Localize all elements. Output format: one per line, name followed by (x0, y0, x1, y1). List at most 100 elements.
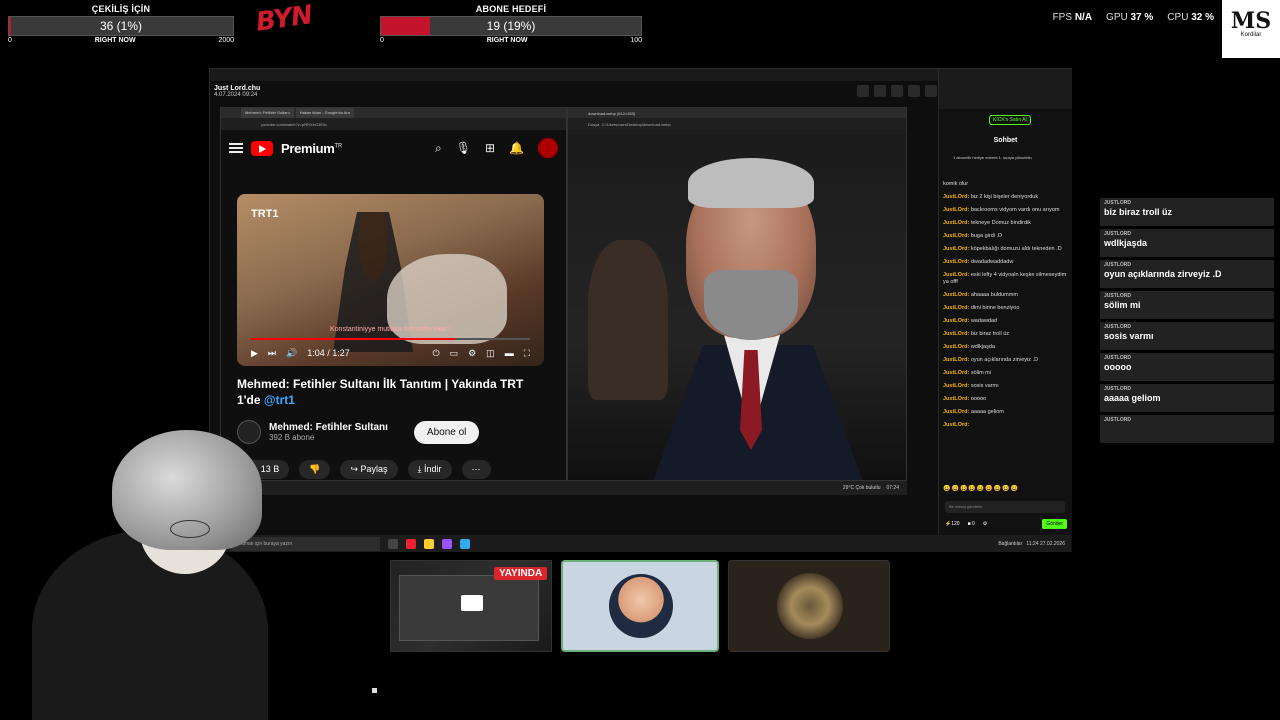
chat-username[interactable]: JustLOrd: (943, 370, 969, 376)
gpu-stat: GPU 37 % (1106, 12, 1154, 23)
overlay-chat-text: oyun açıklarında zirveyiz .D (1104, 269, 1222, 279)
chat-username[interactable]: JustLOrd: (943, 357, 969, 363)
dislike-button[interactable]: 👎 (299, 460, 331, 479)
chat-username[interactable]: JustLOrd: (943, 331, 969, 337)
chat-username[interactable]: JustLOrd: (943, 207, 969, 213)
next-icon[interactable]: ⏭ (268, 348, 276, 359)
chat-input[interactable]: Bir mesaj gönderin (945, 501, 1065, 513)
tab-youtube[interactable]: Mehmed: Fetihler Sultanı (241, 108, 294, 118)
overlay-chat-text: aaaaa geliom (1104, 393, 1161, 403)
download-icon[interactable] (891, 85, 903, 97)
overlay-chat-message: JUSTLORD ooooo (1100, 353, 1274, 381)
hamburger-menu-icon[interactable] (229, 143, 243, 153)
subtitles-icon[interactable]: ▭ (450, 348, 459, 359)
share-icon[interactable] (874, 85, 886, 97)
giveaway-goal-title: ÇEKİLİŞ İÇİN (91, 4, 151, 14)
chat-message: JustLOrd: köpekbalığı domuzu aldı tekned… (943, 246, 1071, 253)
youtube-header-icons: ⌕ 🎙 ⊞ 🔔 (435, 138, 558, 158)
youtube-header: PremiumTR ⌕ 🎙 ⊞ 🔔 (221, 130, 566, 166)
channel-handle-link[interactable]: @trt1 (264, 393, 295, 407)
send-button[interactable]: Gönder (1042, 519, 1067, 529)
chat-settings-icon[interactable]: ⚙ (983, 521, 987, 527)
image-address-bar[interactable]: Dosya C:/Users/user/Desktop/download.web… (568, 118, 906, 130)
overlay-chat-text: biz biraz troll üz (1104, 207, 1173, 217)
menu-icon[interactable] (925, 85, 937, 97)
chat-message: JustLOrd: dimi birine benziyoo (943, 305, 1071, 312)
chat-username[interactable]: JustLOrd: (943, 318, 969, 324)
miniplayer-icon[interactable]: ◫ (486, 348, 495, 359)
tab-google-search[interactable]: Hakan fidan - Google'da Ara (295, 108, 354, 118)
chat-username[interactable]: JustLOrd: (943, 246, 969, 252)
chat-text: komik olur (943, 181, 969, 187)
points-counter: ⚡120 (945, 521, 960, 527)
chat-message: JustLOrd: oyun açıklarında zirveyiz .D (943, 357, 1071, 364)
avatar[interactable] (538, 138, 558, 158)
notifications-bell-icon[interactable]: 🔔 (509, 141, 524, 155)
chat-username[interactable]: JustLOrd: (943, 194, 969, 200)
chat-message: JustLOrd: eski lefty 4 vidyoaln keşke si… (943, 272, 1071, 286)
displayed-photo (568, 130, 906, 480)
microphone-icon[interactable]: 🎙 (456, 141, 471, 155)
buy-kicks-button[interactable]: KICK's Satın Al (989, 115, 1031, 125)
emote-bar[interactable]: 😀😀😀😀😀😀😀😀😀 (943, 485, 1019, 492)
app-icon[interactable] (460, 538, 470, 549)
volume-icon[interactable]: 🔊 (286, 348, 297, 359)
image-tab[interactable]: download.webp (612×353) (568, 108, 906, 118)
theater-icon[interactable]: ▬ (505, 348, 514, 358)
chat-username[interactable]: JustLOrd: (943, 272, 969, 278)
chat-username[interactable]: JustLOrd: (943, 220, 969, 226)
captured-desktop: Just Lord.chu 4.07.2024 09:24 Mehmed: Fe… (209, 68, 1072, 552)
subscriber-goal-max: 100 (630, 37, 642, 44)
overlay-chat-username: JUSTLORD (1104, 293, 1131, 299)
chat-username[interactable]: JustLOrd: (943, 292, 969, 298)
download-button[interactable]: ⤓ İndir (407, 460, 452, 479)
gift-notice: 1 abonelik hediye ederek 1. sıraya yükse… (953, 155, 1032, 160)
youtube-logo-icon[interactable] (251, 140, 273, 156)
chat-username[interactable]: JustLOrd: (943, 305, 969, 311)
chat-username[interactable]: JustLOrd: (943, 344, 969, 350)
share-button[interactable]: ↪ Paylaş (340, 460, 398, 479)
participant-tile-2 (728, 560, 890, 652)
overlay-chat-username: JUSTLORD (1104, 200, 1131, 206)
autoplay-toggle-icon[interactable]: ⏻ (432, 348, 439, 359)
task-view-icon[interactable] (388, 538, 398, 549)
participant-tile-1 (561, 560, 719, 652)
ms-logo: MS Kordilar (1222, 0, 1280, 58)
chat-text: wdlkjaşda (970, 344, 995, 350)
fps-value: N/A (1074, 12, 1093, 23)
cpu-stat: CPU 32 % (1167, 12, 1214, 23)
subscribe-button[interactable]: Abone ol (413, 420, 480, 444)
channel-name[interactable]: Mehmed: Fetihler Sultanı (269, 422, 388, 433)
discord-icon[interactable] (442, 538, 452, 549)
search-icon[interactable]: ⌕ (435, 141, 442, 156)
overlay-chat-message: JUSTLORD wdlkjaşda (1100, 229, 1274, 257)
video-player[interactable]: TRT1 Konstantiniyye mutlaka fethedilecek… (237, 194, 544, 366)
overlay-chat: JUSTLORD biz biraz troll üz JUSTLORD wdlkja… (1100, 198, 1274, 446)
settings-gear-icon[interactable]: ⚙ (468, 348, 476, 359)
create-video-icon[interactable]: ⊞ (485, 141, 495, 155)
chat-username[interactable]: JustLOrd: (943, 422, 969, 428)
play-icon[interactable]: ▶ (251, 348, 258, 359)
zoom-icon[interactable] (857, 85, 869, 97)
fullscreen-icon[interactable]: ⛶ (524, 348, 530, 359)
youtube-brand[interactable]: PremiumTR (281, 141, 342, 156)
chat-username[interactable]: JustLOrd: (943, 233, 969, 239)
chat-message: JustLOrd: wadawdad (943, 318, 1071, 325)
chat-text: ooooo (970, 396, 987, 402)
overlay-chat-text: ooooo (1104, 362, 1132, 372)
chat-username[interactable]: JustLOrd: (943, 383, 969, 389)
chat-username[interactable]: JustLOrd: (943, 259, 969, 265)
taskbar-date: 27.02.2026 (1039, 540, 1065, 547)
chat-text: tekneye Domuz bindirdik (970, 220, 1032, 226)
chat-username[interactable]: JustLOrd: (943, 396, 969, 402)
chat-username[interactable]: JustLOrd: (943, 409, 969, 415)
more-options-icon[interactable]: ⋯ (461, 460, 491, 479)
video-progress-bar[interactable] (251, 338, 530, 340)
ms-logo-mark: MS (1230, 8, 1272, 34)
overlay-chat-message: JUSTLORD biz biraz troll üz (1100, 198, 1274, 226)
expand-icon[interactable] (908, 85, 920, 97)
chat-text: buga girdi .D (970, 233, 1002, 239)
file-explorer-icon[interactable] (424, 538, 434, 549)
address-bar[interactable]: youtube.com/watch?v=pRRXeG3E9c (221, 118, 566, 130)
chrome-icon[interactable] (406, 538, 416, 549)
